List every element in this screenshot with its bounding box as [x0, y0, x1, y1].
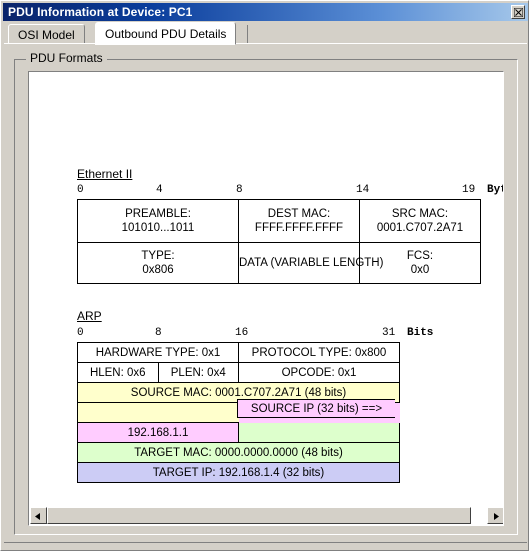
- ethernet-cell-type-line1: TYPE:: [141, 250, 175, 262]
- tab-strip: OSI Model Outbound PDU Details: [4, 22, 527, 45]
- tab-osi-model-label: OSI Model: [18, 27, 75, 42]
- arrow-left-icon: [35, 507, 42, 525]
- ethernet-cell-type-line2: 0x806: [142, 264, 174, 276]
- client-area: PDU Formats Ethernet II 0 4 8 14 19 Byte…: [4, 43, 527, 541]
- ethernet-cell-type: TYPE: 0x806: [77, 242, 239, 284]
- arp-row-target-mac: TARGET MAC: 0000.0000.0000 (48 bits): [77, 442, 400, 463]
- horizontal-scrollbar[interactable]: [30, 507, 503, 525]
- arp-cell-opcode: OPCODE: 0x1: [238, 362, 400, 383]
- ethernet-ruler-tick-4: 19: [462, 184, 476, 196]
- ethernet-cell-src-mac-line2: 0001.C707.2A71: [376, 222, 464, 234]
- arp-ruler-tick-0: 0: [77, 327, 84, 339]
- scroll-left-button[interactable]: [30, 507, 47, 524]
- ethernet-byte-ruler: 0 4 8 14 19 Bytes: [77, 184, 503, 198]
- pdu-scroll-pane: Ethernet II 0 4 8 14 19 Bytes PREAMBLE:: [28, 71, 504, 526]
- arp-cell-hardware-type: HARDWARE TYPE: 0x1: [77, 342, 239, 363]
- arp-cell-source-ip-label: SOURCE IP (32 bits) ==>: [237, 399, 395, 418]
- window-bottom-strip: [4, 542, 527, 548]
- arp-row-types: HARDWARE TYPE: 0x1 PROTOCOL TYPE: 0x800: [77, 342, 400, 363]
- arp-cell-plen: PLEN: 0x4: [157, 362, 239, 383]
- pdu-information-window: PDU Information at Device: PC1 OSI Model…: [0, 0, 529, 551]
- ethernet-section-label: Ethernet II: [77, 167, 133, 181]
- ethernet-ruler-tick-0: 0: [77, 184, 84, 196]
- ethernet-cell-dest-mac-line2: FFFF.FFFF.FFFF: [254, 222, 344, 234]
- arp-ruler-tick-3: 31: [382, 327, 396, 339]
- scrollbar-thumb[interactable]: [47, 507, 471, 524]
- ethernet-cell-data: DATA (VARIABLE LENGTH): [238, 242, 384, 284]
- ethernet-row-1: PREAMBLE: 101010...1011 DEST MAC: FFFF.F…: [77, 199, 481, 243]
- window-titlebar[interactable]: PDU Information at Device: PC1: [3, 3, 528, 21]
- arrow-right-icon: [492, 507, 499, 525]
- arp-section-label: ARP: [77, 309, 102, 323]
- groupbox-legend: PDU Formats: [26, 51, 107, 65]
- arp-cell-target-mac: TARGET MAC: 0000.0000.0000 (48 bits): [77, 442, 400, 463]
- tab-osi-model[interactable]: OSI Model: [8, 24, 85, 44]
- scrollbar-gap: [471, 507, 487, 524]
- ethernet-cell-src-mac-line1: SRC MAC:: [391, 208, 449, 220]
- ethernet-ruler-tick-3: 14: [356, 184, 370, 196]
- arp-row-lens-opcode: HLEN: 0x6 PLEN: 0x4 OPCODE: 0x1: [77, 362, 400, 383]
- tab-outbound-pdu-details-label: Outbound PDU Details: [105, 26, 227, 41]
- arp-row-target-ip: TARGET IP: 192.168.1.4 (32 bits): [77, 462, 400, 483]
- pdu-diagram-canvas: Ethernet II 0 4 8 14 19 Bytes PREAMBLE:: [29, 72, 503, 504]
- scrollbar-track[interactable]: [47, 507, 471, 524]
- ethernet-cell-src-mac: SRC MAC: 0001.C707.2A71: [359, 199, 481, 243]
- arp-cell-protocol-type: PROTOCOL TYPE: 0x800: [238, 342, 400, 363]
- arp-cell-hlen: HLEN: 0x6: [77, 362, 159, 383]
- ethernet-row-2: TYPE: 0x806 DATA (VARIABLE LENGTH) FCS: …: [77, 242, 481, 284]
- tab-separator: [247, 25, 248, 43]
- ethernet-ruler-unit: Bytes: [487, 184, 503, 196]
- close-button[interactable]: [511, 5, 525, 19]
- ethernet-cell-preamble-line1: PREAMBLE:: [125, 208, 191, 220]
- arp-ruler-tick-1: 8: [155, 327, 162, 339]
- arp-cell-target-mac-continuation: [238, 422, 400, 443]
- arp-ruler-tick-2: 16: [235, 327, 249, 339]
- arp-bit-ruler: 0 8 16 31 Bits: [77, 327, 437, 341]
- window-title: PDU Information at Device: PC1: [8, 5, 193, 19]
- ethernet-cell-preamble: PREAMBLE: 101010...1011: [77, 199, 239, 243]
- arp-row-source-ip-lower: 192.168.1.1: [77, 422, 400, 443]
- ethernet-ruler-tick-1: 4: [156, 184, 163, 196]
- close-icon: [513, 7, 523, 17]
- arp-cell-source-ip-value: 192.168.1.1: [77, 422, 239, 443]
- arp-cell-target-ip: TARGET IP: 192.168.1.4 (32 bits): [77, 462, 400, 483]
- ethernet-cell-dest-mac-line1: DEST MAC:: [267, 208, 331, 220]
- ethernet-ruler-tick-2: 8: [236, 184, 243, 196]
- arp-ruler-unit: Bits: [407, 327, 434, 339]
- ethernet-cell-data-line1: DATA (VARIABLE LENGTH): [239, 257, 384, 269]
- pdu-formats-groupbox: PDU Formats Ethernet II 0 4 8 14 19 Byte…: [14, 51, 518, 535]
- scroll-right-button[interactable]: [487, 507, 503, 525]
- ethernet-cell-dest-mac: DEST MAC: FFFF.FFFF.FFFF: [238, 199, 360, 243]
- ethernet-cell-preamble-line2: 101010...1011: [121, 222, 195, 234]
- tab-outbound-pdu-details[interactable]: Outbound PDU Details: [95, 22, 237, 45]
- ethernet-frame-table: PREAMBLE: 101010...1011 DEST MAC: FFFF.F…: [77, 199, 481, 284]
- arp-cell-source-mac-continuation: [77, 402, 239, 423]
